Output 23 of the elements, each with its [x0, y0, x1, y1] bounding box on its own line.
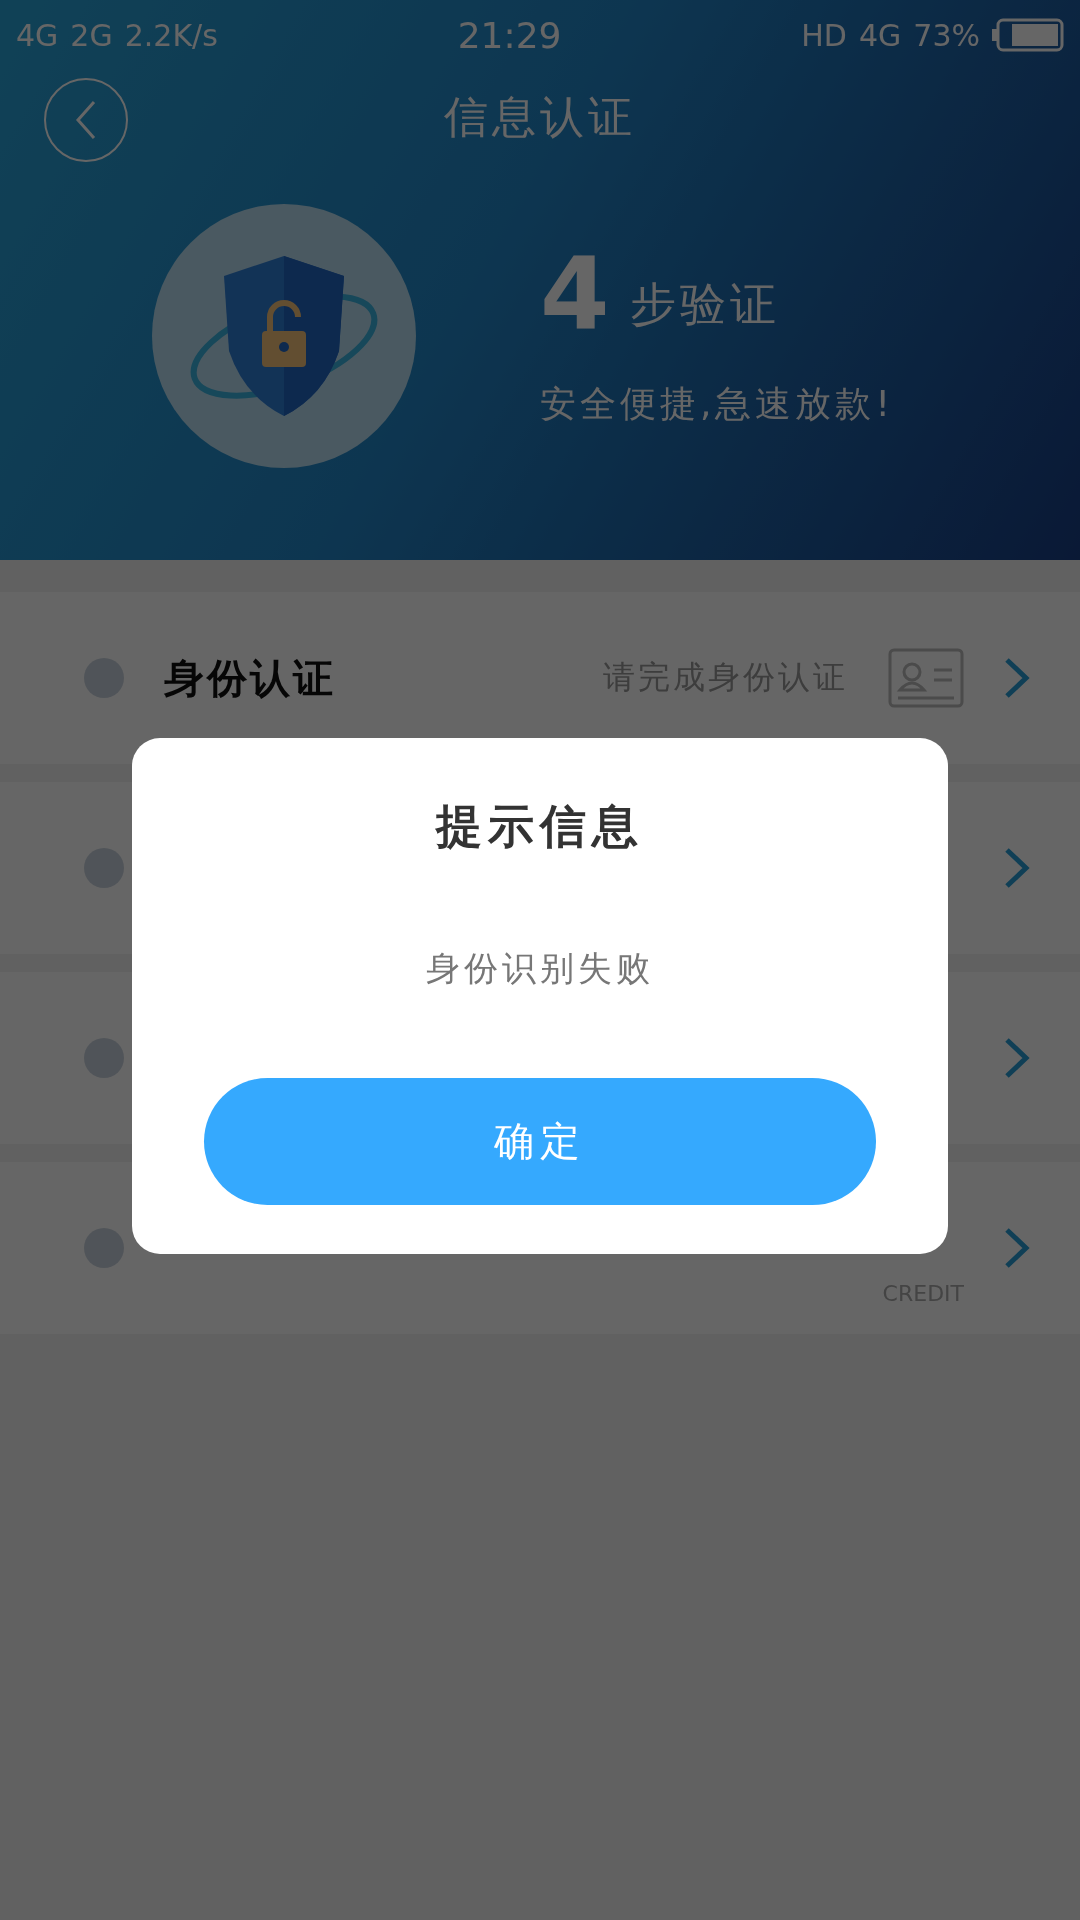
row-title: 身份认证 — [164, 653, 336, 703]
clock: 21:29 — [457, 14, 562, 56]
confirm-button[interactable]: 确定 — [204, 1078, 876, 1205]
network-label: 4G — [859, 17, 902, 53]
chevron-right-icon — [1004, 847, 1030, 889]
speed-label: 2.2K/s — [124, 17, 218, 53]
step-count: 4 — [540, 243, 610, 344]
battery-label: 73% — [913, 17, 980, 53]
chevron-right-icon — [1004, 1037, 1030, 1079]
dialog-message: 身份识别失败 — [426, 947, 654, 990]
chevron-left-icon — [75, 100, 97, 140]
id-card-icon — [888, 648, 964, 708]
network-label: 4G — [16, 17, 59, 53]
hd-label: HD — [801, 17, 847, 53]
slogan-text: 安全便捷,急速放款! — [540, 381, 894, 426]
chevron-right-icon — [1004, 657, 1030, 699]
network-label: 2G — [70, 17, 113, 53]
back-button[interactable] — [44, 78, 128, 162]
step-label: 步验证 — [629, 275, 780, 333]
dialog-title: 提示信息 — [436, 798, 644, 855]
page-title: 信息认证 — [444, 89, 636, 144]
battery-icon — [992, 18, 1064, 52]
chevron-right-icon — [1004, 1227, 1030, 1269]
